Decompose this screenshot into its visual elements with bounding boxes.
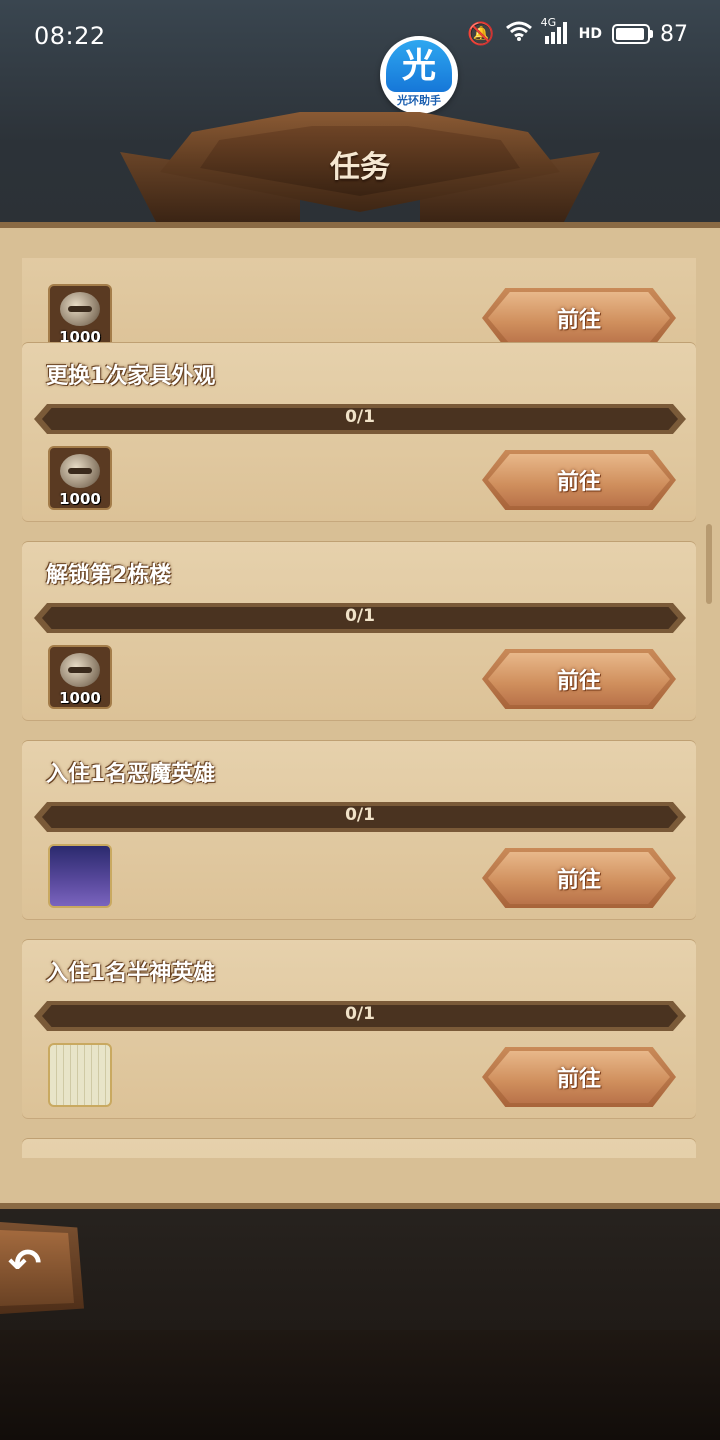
battery-icon	[612, 24, 653, 44]
reward-item[interactable]: 1000	[48, 446, 112, 510]
reward-amount: 1000	[59, 689, 101, 707]
reward-amount: 1000	[59, 490, 101, 508]
bottom-background	[0, 1330, 720, 1440]
helper-assistant-badge[interactable]: 光 光环助手	[380, 36, 458, 114]
mute-icon: 🔕	[467, 21, 495, 47]
battery-level: 87	[660, 21, 688, 47]
hd-icon: HD	[578, 26, 602, 42]
helper-logo-icon: 光	[386, 40, 452, 92]
task-progress-label: 0/1	[345, 407, 375, 427]
task-progress-bar: 0/1	[34, 402, 686, 436]
task-card: 解锁第2栋楼 0/1 1000 前往	[22, 541, 696, 721]
reward-item-purple[interactable]	[48, 844, 112, 908]
signal-icon: 4G	[541, 16, 569, 47]
task-progress-label: 0/1	[345, 805, 375, 825]
back-button[interactable]: ↶	[0, 1222, 84, 1314]
coin-icon	[60, 454, 100, 488]
task-card: 入住1名半神英雄 0/1 前往	[22, 939, 696, 1119]
task-progress-bar: 0/1	[34, 601, 686, 635]
go-button[interactable]: 前往	[482, 1047, 676, 1107]
go-button-label: 前往	[556, 868, 601, 893]
scrollbar[interactable]	[706, 524, 712, 604]
task-title: 更换1次家具外观	[46, 364, 216, 389]
task-card: 入住1名恶魔英雄 0/1 前往	[22, 740, 696, 920]
reward-item[interactable]: 1000	[48, 645, 112, 709]
task-title: 入住1名恶魔英雄	[46, 762, 216, 787]
task-title: 解锁第2栋楼	[46, 563, 172, 588]
status-bar: 08:22 🔕 4G HD 87	[0, 0, 720, 72]
go-button[interactable]: 前往	[482, 288, 676, 348]
coin-icon	[60, 292, 100, 326]
helper-caption: 光环助手	[397, 94, 441, 107]
network-type: 4G	[540, 15, 557, 29]
reward-item-cream[interactable]	[48, 1043, 112, 1107]
page-title: 任务	[330, 150, 390, 185]
task-panel: 1000 前往 更换1次家具外观 0/1 1000 前往 解锁第2栋楼 0/1 …	[0, 222, 720, 1209]
go-button-label: 前往	[556, 669, 601, 694]
go-button[interactable]: 前往	[482, 848, 676, 908]
task-title: 入住1名半神英雄	[46, 961, 216, 986]
title-plaque: 任务	[120, 112, 600, 222]
go-button-label: 前往	[556, 470, 601, 495]
wifi-icon	[505, 20, 533, 48]
task-card	[22, 1138, 696, 1158]
go-button[interactable]: 前往	[482, 450, 676, 510]
task-progress-bar: 0/1	[34, 800, 686, 834]
coin-icon	[60, 653, 100, 687]
status-time: 08:22	[34, 22, 106, 50]
task-progress-bar: 0/1	[34, 999, 686, 1033]
go-button-label: 前往	[556, 1067, 601, 1092]
task-card: 更换1次家具外观 0/1 1000 前往	[22, 342, 696, 522]
task-list[interactable]: 1000 前往 更换1次家具外观 0/1 1000 前往 解锁第2栋楼 0/1 …	[0, 258, 720, 1158]
go-button-label: 前往	[556, 308, 601, 333]
back-arrow-icon: ↶	[8, 1241, 42, 1287]
reward-item[interactable]: 1000	[48, 284, 112, 348]
task-progress-label: 0/1	[345, 606, 375, 626]
task-progress-label: 0/1	[345, 1004, 375, 1024]
go-button[interactable]: 前往	[482, 649, 676, 709]
status-icons: 🔕 4G HD 87	[467, 16, 688, 48]
